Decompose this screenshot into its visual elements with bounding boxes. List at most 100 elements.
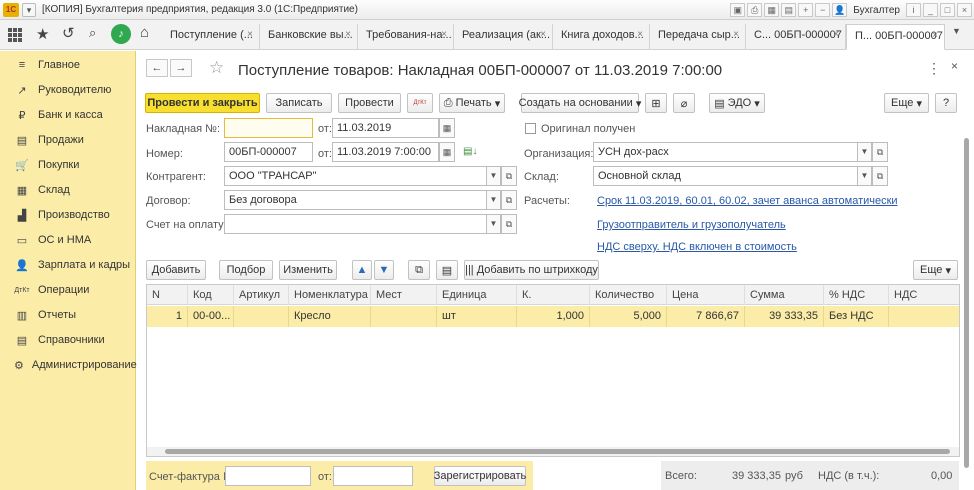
column-header[interactable]: % НДС	[824, 285, 889, 305]
original-received-checkbox[interactable]	[525, 123, 536, 134]
sidebar-item-production[interactable]: ▟ Производство	[0, 204, 136, 226]
column-header[interactable]: Код	[188, 285, 234, 305]
scrollbar-thumb[interactable]	[165, 449, 950, 454]
chevron-down-icon[interactable]: ▼	[487, 166, 501, 186]
register-button[interactable]: Зарегистрировать	[434, 466, 526, 486]
close-window-icon[interactable]: ×	[957, 3, 972, 17]
back-button[interactable]: ←	[146, 59, 168, 77]
column-header[interactable]: НДС	[889, 285, 959, 305]
save-button[interactable]: Записать	[266, 93, 332, 113]
print-button[interactable]: ⎙ Печать ▾	[439, 93, 505, 113]
calendar-icon[interactable]: ▦	[439, 118, 455, 138]
move-down-icon[interactable]: ▼	[374, 260, 394, 280]
chevron-down-icon[interactable]: ▼	[487, 214, 501, 234]
change-button[interactable]: Изменить	[279, 260, 337, 280]
close-tab-icon[interactable]: ×	[833, 29, 839, 40]
contractor-input[interactable]: ООО "ТРАНСАР"	[224, 166, 487, 186]
footer-date-input[interactable]	[333, 466, 413, 486]
invoice-date-input[interactable]: 11.03.2019	[332, 118, 439, 138]
post-button[interactable]: Провести	[338, 93, 401, 113]
home-icon[interactable]: ⌂	[140, 24, 149, 41]
sidebar-item-main[interactable]: ≡ Главное	[0, 54, 136, 76]
tab-transfer[interactable]: Передача сыр... ×	[650, 24, 746, 50]
more-options-icon[interactable]: ⋮	[927, 60, 941, 77]
add-by-barcode-button[interactable]: ||| Добавить по штрихкоду	[464, 260, 599, 280]
select-button[interactable]: Подбор	[219, 260, 273, 280]
dtkt-button[interactable]: ДтКт	[407, 93, 433, 113]
column-header[interactable]: N	[147, 285, 188, 305]
settlements-link[interactable]: Срок 11.03.2019, 60.01, 60.02, зачет ава…	[597, 195, 898, 207]
open-payment-invoice-icon[interactable]: ⧉	[501, 214, 517, 234]
search-icon[interactable]: ⌕	[89, 25, 96, 41]
column-header[interactable]: Номенклатура	[289, 285, 371, 305]
create-based-on-button[interactable]: Создать на основании ▾	[519, 93, 641, 113]
sidebar-item-salary[interactable]: 👤 Зарплата и кадры	[0, 254, 136, 276]
nomenclature-cell[interactable]: Кресло	[289, 306, 371, 327]
apps-grid-icon[interactable]	[8, 28, 22, 42]
move-up-icon[interactable]: ▲	[352, 260, 372, 280]
vat-settings-link[interactable]: НДС сверху. НДС включен в стоимость	[597, 241, 797, 253]
calendar-icon[interactable]: ▦	[764, 3, 780, 17]
table-row[interactable]: 1 00-00... Кресло шт 1,000 5,000 7 866,6…	[147, 306, 959, 327]
menu-icon[interactable]: ▾	[22, 2, 36, 17]
close-tab-icon[interactable]: ×	[441, 29, 447, 40]
sidebar-item-admin[interactable]: ⚙ Администрирование	[0, 354, 137, 376]
close-form-icon[interactable]: ×	[951, 59, 958, 73]
warehouse-input[interactable]: Основной склад	[593, 166, 858, 186]
favorites-icon[interactable]: ★	[36, 25, 49, 43]
column-header[interactable]: К.	[517, 285, 590, 305]
zoom-out-icon[interactable]: −	[815, 3, 831, 17]
tab-invoice[interactable]: С... 00БП-000007 ×	[746, 24, 846, 50]
places-cell[interactable]	[371, 306, 437, 327]
coefficient-cell[interactable]: 1,000	[517, 306, 590, 327]
chevron-down-icon[interactable]: ▼	[858, 166, 872, 186]
paste-rows-icon[interactable]: ▤	[436, 260, 458, 280]
contract-input[interactable]: Без договора	[224, 190, 487, 210]
column-header[interactable]: Артикул	[234, 285, 289, 305]
maximize-icon[interactable]: □	[940, 3, 955, 17]
column-header[interactable]: Сумма	[745, 285, 824, 305]
sidebar-item-catalogs[interactable]: ▤ Справочники	[0, 329, 136, 351]
tabs-dropdown-icon[interactable]: ▼	[952, 26, 961, 36]
tab-current-document[interactable]: П... 00БП-000007 ×	[846, 24, 945, 50]
notifications-icon[interactable]: ♪	[111, 24, 131, 44]
open-contract-icon[interactable]: ⧉	[501, 190, 517, 210]
tab-bank-statements[interactable]: Банковские вы... ×	[260, 24, 358, 50]
open-contractor-icon[interactable]: ⧉	[501, 166, 517, 186]
favorite-star-icon[interactable]: ☆	[209, 58, 224, 78]
vat-cell[interactable]	[889, 306, 959, 327]
history-icon[interactable]: ↺	[62, 24, 75, 42]
shipper-consignee-link[interactable]: Грузоотправитель и грузополучатель	[597, 219, 786, 231]
info-icon[interactable]: i	[906, 3, 921, 17]
open-warehouse-icon[interactable]: ⧉	[872, 166, 888, 186]
minimize-icon[interactable]: _	[923, 3, 938, 17]
column-header[interactable]: Цена	[667, 285, 745, 305]
copy-rows-icon[interactable]: ⧉	[408, 260, 430, 280]
add-row-button[interactable]: Добавить	[146, 260, 206, 280]
close-tab-icon[interactable]: ×	[637, 29, 643, 40]
organization-input[interactable]: УСН дох-расх	[593, 142, 858, 162]
close-tab-icon[interactable]: ×	[733, 29, 739, 40]
price-cell[interactable]: 7 866,67	[667, 306, 745, 327]
zoom-in-icon[interactable]: +	[798, 3, 814, 17]
sidebar-item-bank[interactable]: ₽ Банк и касса	[0, 104, 136, 126]
more-button[interactable]: Еще ▾	[884, 93, 929, 113]
refresh-number-icon[interactable]: ▤↓	[463, 146, 477, 157]
column-header[interactable]: Мест	[371, 285, 437, 305]
post-and-close-button[interactable]: Провести и закрыть	[145, 93, 260, 113]
structure-icon[interactable]: ⊞	[645, 93, 667, 113]
calculator-icon[interactable]: ▤	[781, 3, 797, 17]
chevron-down-icon[interactable]: ▼	[487, 190, 501, 210]
close-tab-icon[interactable]: ×	[932, 30, 938, 41]
column-header[interactable]: Количество	[590, 285, 667, 305]
code-cell[interactable]: 00-00...	[188, 306, 234, 327]
open-organization-icon[interactable]: ⧉	[872, 142, 888, 162]
tab-sales[interactable]: Реализация (ак... ×	[454, 24, 553, 50]
user-name[interactable]: Бухгалтер	[853, 5, 900, 16]
edo-button[interactable]: ▤ ЭДО ▾	[709, 93, 765, 113]
help-icon[interactable]: ?	[935, 93, 957, 113]
row-number-cell[interactable]: 1	[147, 306, 188, 327]
sidebar-item-reports[interactable]: ▥ Отчеты	[0, 304, 136, 326]
table-more-button[interactable]: Еще ▾	[913, 260, 958, 280]
sidebar-item-sales[interactable]: ▤ Продажи	[0, 129, 136, 151]
